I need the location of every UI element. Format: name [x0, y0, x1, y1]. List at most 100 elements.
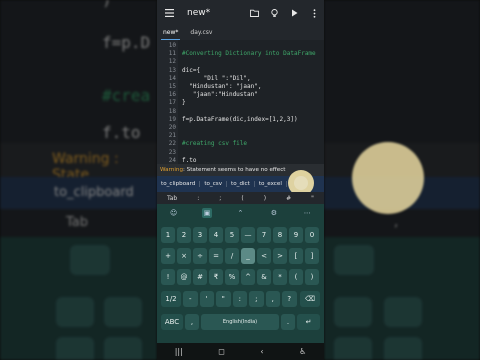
system-nav-bar: ||| ◻ ‹ ♿	[157, 343, 324, 360]
keyboard-toolbar: ☺ ▣ ⌃ ⚙ ⋯	[157, 204, 324, 222]
key-row2[interactable]: ]	[305, 248, 319, 264]
key-row2[interactable]: ×	[177, 248, 191, 264]
symbol-hash[interactable]: #	[286, 195, 291, 202]
code-line: f.to	[182, 156, 197, 164]
key-row3[interactable]: ₹	[209, 269, 223, 285]
symbol-quote[interactable]: "	[311, 195, 314, 202]
line-number: 17	[168, 99, 176, 107]
key-row4[interactable]: ,	[265, 291, 280, 307]
code-line: "jaan":"Hindustan"	[182, 91, 258, 99]
more-icon[interactable]: ⋯	[302, 208, 312, 218]
suggestion-to-clipboard[interactable]: to_clipboard	[157, 181, 201, 187]
symbol-open-paren[interactable]: (	[241, 195, 243, 202]
key-row3[interactable]: (	[289, 269, 303, 285]
code-editor[interactable]: 10 11 #Converting Dictionary into DataFram…	[157, 40, 324, 164]
folder-icon[interactable]	[244, 9, 264, 17]
key-row1[interactable]: 4	[209, 227, 223, 243]
bg-warning-bar: Warning : State	[0, 143, 157, 183]
symbol-tab[interactable]: Tab	[167, 195, 177, 202]
key-row3[interactable]: )	[305, 269, 319, 285]
line-number: 14	[168, 74, 176, 82]
bg-touch-indicator	[352, 142, 424, 214]
key-row1[interactable]: 8	[273, 227, 287, 243]
key-symbols-page[interactable]: 1/2	[161, 291, 181, 307]
key-row1[interactable]: —	[241, 227, 255, 243]
key-row1[interactable]: 0	[305, 227, 319, 243]
bg-code-line: f=p.D	[102, 33, 151, 52]
clipboard-icon[interactable]: ▣	[202, 208, 213, 218]
play-icon[interactable]	[284, 9, 304, 17]
key-row1[interactable]: 2	[177, 227, 191, 243]
accessibility-icon[interactable]: ♿	[299, 347, 306, 356]
bg-suggestion-bar: to_clipboard	[0, 177, 157, 209]
tab-new[interactable]: new*	[157, 26, 184, 40]
key-row2[interactable]: =	[209, 248, 223, 264]
key-row3[interactable]: !	[161, 269, 175, 285]
bg-keyboard	[324, 237, 480, 360]
suggestion-to-excel[interactable]: to_excel	[255, 181, 287, 187]
key-row3[interactable]: %	[225, 269, 239, 285]
code-line: f=p.DataFrame(dic,index=[1,2,3])	[182, 115, 298, 123]
home-button[interactable]: ◻	[218, 347, 225, 356]
line-number: 24	[168, 156, 176, 164]
key-row4[interactable]: '	[199, 291, 214, 307]
settings-icon[interactable]: ⚙	[269, 208, 279, 218]
suggestion-to-csv[interactable]: to_csv	[200, 181, 228, 187]
line-number: 10	[168, 42, 176, 49]
code-line: }	[182, 99, 186, 107]
key-row2[interactable]: +	[161, 248, 175, 264]
key-backspace[interactable]: ⌫	[300, 291, 320, 307]
line-number: 15	[168, 83, 176, 90]
screen: ) f=p.D #crea f.to Warning : State to_cl…	[0, 0, 480, 360]
code-line: dic={	[182, 66, 201, 74]
key-row3[interactable]: &	[257, 269, 271, 285]
key-enter[interactable]: ↵	[297, 314, 320, 330]
hamburger-menu-icon[interactable]	[157, 7, 181, 20]
key-space[interactable]: English(India)	[201, 314, 279, 330]
symbol-semicolon[interactable]: ;	[219, 195, 221, 202]
key-row3[interactable]: @	[177, 269, 191, 285]
key-row4[interactable]: -	[183, 291, 198, 307]
lightbulb-icon[interactable]	[264, 8, 284, 18]
key-comma[interactable]: ,	[185, 314, 199, 330]
key-period[interactable]: .	[281, 314, 295, 330]
symbol-colon[interactable]: :	[197, 195, 199, 202]
tab-day-csv[interactable]: day.csv	[184, 26, 218, 40]
key-row1[interactable]: 5	[225, 227, 239, 243]
recents-button[interactable]: |||	[175, 347, 183, 356]
code-line: "Hindustan": "jaan",	[182, 83, 262, 90]
back-button[interactable]: ‹	[260, 347, 263, 356]
key-row3[interactable]: #	[193, 269, 207, 285]
more-vertical-icon[interactable]	[304, 8, 324, 18]
key-row2[interactable]: <	[257, 248, 271, 264]
code-comment-line: #Converting Dictionary into DataFrame	[182, 50, 316, 58]
key-row1[interactable]: 7	[257, 227, 271, 243]
key-row4[interactable]: :	[232, 291, 247, 307]
emoji-icon[interactable]: ☺	[169, 208, 179, 218]
key-row4[interactable]: ;	[249, 291, 264, 307]
keyboard: 1 2 3 4 5—7 8 9 0 + × ÷ = / _ < >[]! @ # ₹% ^ & *() 1/2- ' ":;,?…	[157, 222, 324, 343]
bg-keyboard	[0, 237, 157, 360]
key-row2[interactable]: >	[273, 248, 287, 264]
key-row1[interactable]: 1	[161, 227, 175, 243]
suggestion-to-dict[interactable]: to_dict	[227, 181, 255, 187]
collapse-icon[interactable]: ⌃	[235, 208, 245, 218]
key-row4[interactable]: ?	[282, 291, 297, 307]
line-number: 13	[168, 66, 176, 74]
key-row1[interactable]: 9	[289, 227, 303, 243]
symbol-close-paren[interactable]: )	[264, 195, 266, 202]
background-left: ) f=p.D #crea f.to Warning : State to_cl…	[0, 0, 157, 360]
key-row2[interactable]: _	[241, 248, 255, 264]
key-abc[interactable]: ABC	[161, 314, 183, 330]
bg-tab-row: Tab	[0, 209, 157, 237]
app-title: new*	[187, 8, 211, 18]
key-row2[interactable]: /	[225, 248, 239, 264]
key-row3[interactable]: *	[273, 269, 287, 285]
key-row4[interactable]: "	[216, 291, 231, 307]
key-row1[interactable]: 3	[193, 227, 207, 243]
key-row2[interactable]: ÷	[193, 248, 207, 264]
key-row2[interactable]: [	[289, 248, 303, 264]
code-comment-line: #creating csv file	[182, 140, 248, 148]
key-row3[interactable]: ^	[241, 269, 255, 285]
line-number: 19	[168, 115, 176, 123]
